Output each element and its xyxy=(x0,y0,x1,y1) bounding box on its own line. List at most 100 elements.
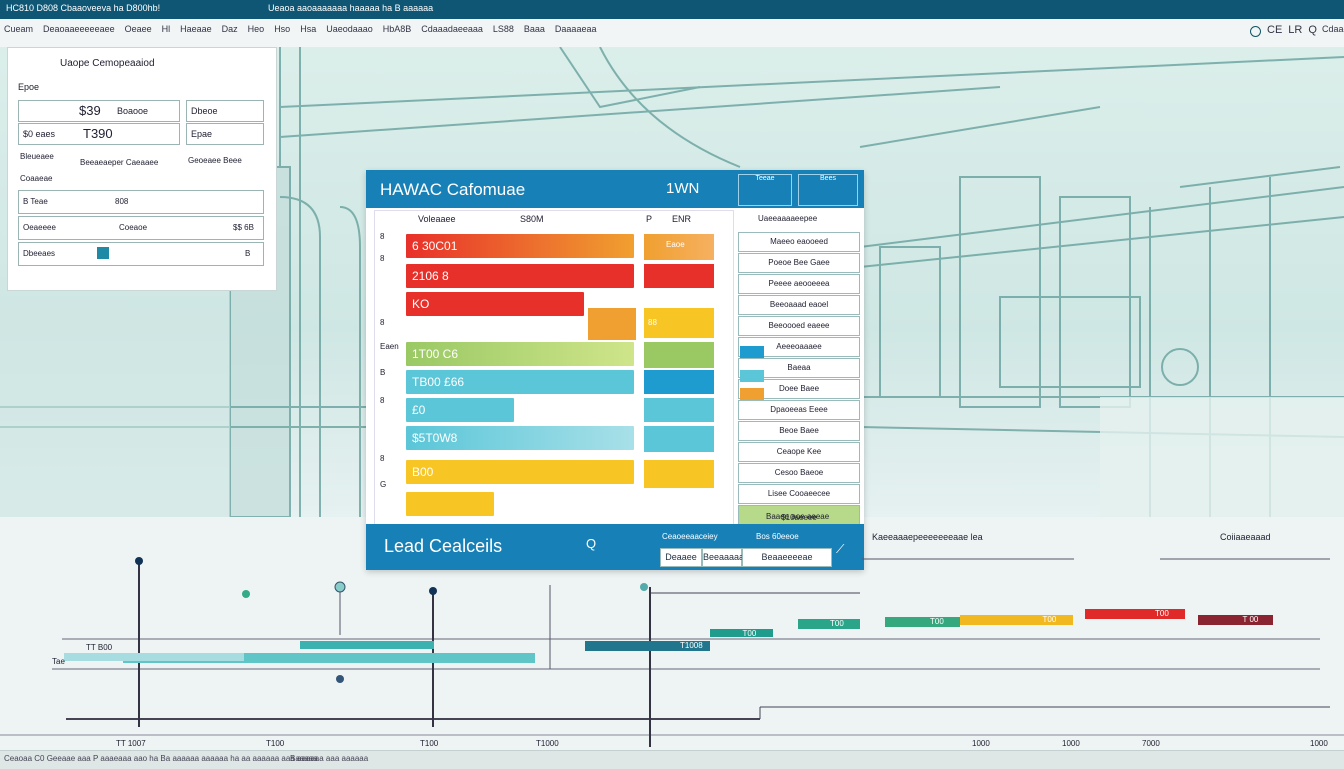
menu-items: Cueam Deaoaaeeeeeaee Oeaee Hl Haeaae Daz Heo Hs… xyxy=(4,24,596,34)
table-row[interactable]: Oeaeeee Coeaoe $$ 6B xyxy=(18,216,264,240)
list-item[interactable]: Ceaope Kee xyxy=(738,442,860,462)
price-value: $39 xyxy=(79,103,101,118)
load-bar-label: TB00 £66 xyxy=(412,375,465,389)
table-row[interactable]: B Teae 808 xyxy=(18,190,264,214)
load-bar[interactable]: TB00 £66 xyxy=(406,370,634,394)
list-item[interactable]: Beoe Baee xyxy=(738,421,860,441)
type-field[interactable]: Epae xyxy=(186,123,264,145)
menu-item[interactable]: Daaaaeaa xyxy=(555,24,597,34)
card-title: HAWAC Cafomuae xyxy=(380,180,526,199)
timeline-left-label: TT B00 xyxy=(86,643,113,652)
compare-bar[interactable] xyxy=(644,264,714,288)
menu-item[interactable]: Oeaee xyxy=(125,24,152,34)
menu-item[interactable]: Cueam xyxy=(4,24,33,34)
list-item[interactable]: Cesoo Baeoe xyxy=(738,463,860,483)
compare-bar[interactable] xyxy=(644,398,714,422)
compare-bar[interactable] xyxy=(644,460,714,488)
timeline-x-label: 1000 xyxy=(1310,739,1328,748)
status-right: Baaaaa xyxy=(290,754,318,763)
list-item[interactable]: Maeeo eaooeed xyxy=(738,232,860,252)
menu-item[interactable]: Heo xyxy=(248,24,265,34)
list-item-label: Cesoo Baeoe xyxy=(774,468,824,477)
header-button-1[interactable]: Teeae xyxy=(738,174,792,206)
menu-item[interactable]: Uaeodaaao xyxy=(326,24,373,34)
list-item-label: Baeaa xyxy=(787,363,811,372)
load-bar-label: 6 30C01 xyxy=(412,239,458,253)
row-value: 808 xyxy=(115,197,129,206)
menu-item[interactable]: Hsa xyxy=(300,24,316,34)
load-bar[interactable]: B00 xyxy=(406,460,634,484)
list-item[interactable]: Dpaoeeas Eeee xyxy=(738,400,860,420)
option-field[interactable]: Dbeoe xyxy=(186,100,264,122)
row-side-label: 8 xyxy=(380,232,385,241)
menu-item[interactable]: Baaa xyxy=(524,24,545,34)
timeline-bar-label: T00 xyxy=(1042,615,1057,624)
price-unit: Boaooe xyxy=(117,106,149,116)
list-item-label: Lisee Cooaeecee xyxy=(767,489,831,498)
table-row[interactable]: Dbeeaes B xyxy=(18,242,264,266)
load-bar[interactable]: 6 30C01 xyxy=(406,234,634,258)
timeline-bar[interactable] xyxy=(1197,615,1273,625)
compare-bar[interactable] xyxy=(644,370,714,394)
menu-right-label[interactable]: Cdaaeer xyxy=(1322,24,1344,34)
load-bar[interactable]: $5T0W8 xyxy=(406,426,634,450)
load-bar[interactable]: £0 xyxy=(406,398,514,422)
list-item[interactable]: Poeoe Bee Gaee xyxy=(738,253,860,273)
row-side-label: 8 xyxy=(380,396,385,405)
status-bar: Ceaoaa C0 Geeaae aaa P aaaeaaa aao ha Ba… xyxy=(0,750,1344,769)
copyright-icon[interactable] xyxy=(1250,26,1261,37)
compare-bar-label: Eaoe xyxy=(666,240,685,249)
list-item-label: Peeee aeooeeea xyxy=(768,279,830,288)
timeline-chart xyxy=(0,557,1344,747)
load-bar[interactable] xyxy=(406,492,494,516)
type-label: Epae xyxy=(191,129,213,139)
menu-item[interactable]: Cdaaadaeeaaa xyxy=(421,24,483,34)
list-item-label: Beeoaaad eaoel xyxy=(769,300,829,309)
list-item[interactable]: Lisee Cooaeecee xyxy=(738,484,860,504)
menu-item[interactable]: Hl xyxy=(162,24,171,34)
timeline-bar[interactable] xyxy=(1085,609,1185,619)
list-item[interactable]: Peeee aeooeeea xyxy=(738,274,860,294)
load-bar[interactable]: KO xyxy=(406,292,584,316)
title-center: Ueaoa aaoaaaaaaa haaaaa ha B aaaaaa xyxy=(268,3,434,13)
price-field[interactable]: $39 Boaooe xyxy=(18,100,180,122)
header-button-2[interactable]: Bees xyxy=(798,174,858,206)
row-side-label: G xyxy=(380,480,387,489)
timeline-x-label: 1000 xyxy=(1062,739,1080,748)
row-name: Oeaeeee xyxy=(23,223,56,232)
menu-item[interactable]: LS88 xyxy=(493,24,514,34)
search-icon[interactable]: Q xyxy=(1308,24,1317,36)
legend-swatch xyxy=(740,370,764,382)
compare-bar[interactable] xyxy=(644,342,714,368)
col-header-1: Bleueaee xyxy=(20,152,54,161)
load-bar[interactable]: 1T00 C6 xyxy=(406,342,634,366)
ce-icon[interactable]: CE xyxy=(1267,24,1282,36)
timeline-bar[interactable] xyxy=(300,641,434,649)
timeline-bar[interactable] xyxy=(710,629,773,637)
menu-item[interactable]: Haeaae xyxy=(180,24,212,34)
row-side-label: Eaen xyxy=(380,342,399,351)
row-side-label: 8 xyxy=(380,254,385,263)
load-bar-label: £0 xyxy=(412,403,426,417)
capacity-value: T390 xyxy=(83,126,113,141)
title-bar: HC810 D808 Cbaaoveeva ha D800hb! Ueaoa a… xyxy=(0,0,1344,19)
option-label: Dbeoe xyxy=(191,106,218,116)
menu-item[interactable]: Deaoaaeeeeeaee xyxy=(43,24,115,34)
menu-item[interactable]: HbA8B xyxy=(383,24,412,34)
list-item[interactable]: Beeoooed eaeee xyxy=(738,316,860,336)
load-bar-label: B00 xyxy=(412,465,434,479)
capacity-field[interactable]: $0 eaes T390 xyxy=(18,123,180,145)
menu-item[interactable]: Daz xyxy=(222,24,238,34)
card-header: HAWAC Cafomuae 1WN Teeae Bees xyxy=(366,170,864,208)
timeline-bar[interactable] xyxy=(885,617,960,627)
timeline-bar-label: T00 xyxy=(1155,609,1169,618)
list-item[interactable]: Beeoaaad eaoel xyxy=(738,295,860,315)
lr-icon[interactable]: LR xyxy=(1288,24,1302,36)
timeline-bar[interactable] xyxy=(64,653,244,661)
menu-item[interactable]: Hso xyxy=(274,24,290,34)
menu-bar: Cueam Deaoaaeeeeeaee Oeaee Hl Haeaae Daz Heo Hs… xyxy=(0,19,1344,48)
timeline-bar[interactable] xyxy=(797,619,860,629)
compare-bar[interactable] xyxy=(644,426,714,452)
timeline-bar-label: T00 xyxy=(742,629,757,638)
load-bar[interactable]: 2106 8 xyxy=(406,264,634,288)
